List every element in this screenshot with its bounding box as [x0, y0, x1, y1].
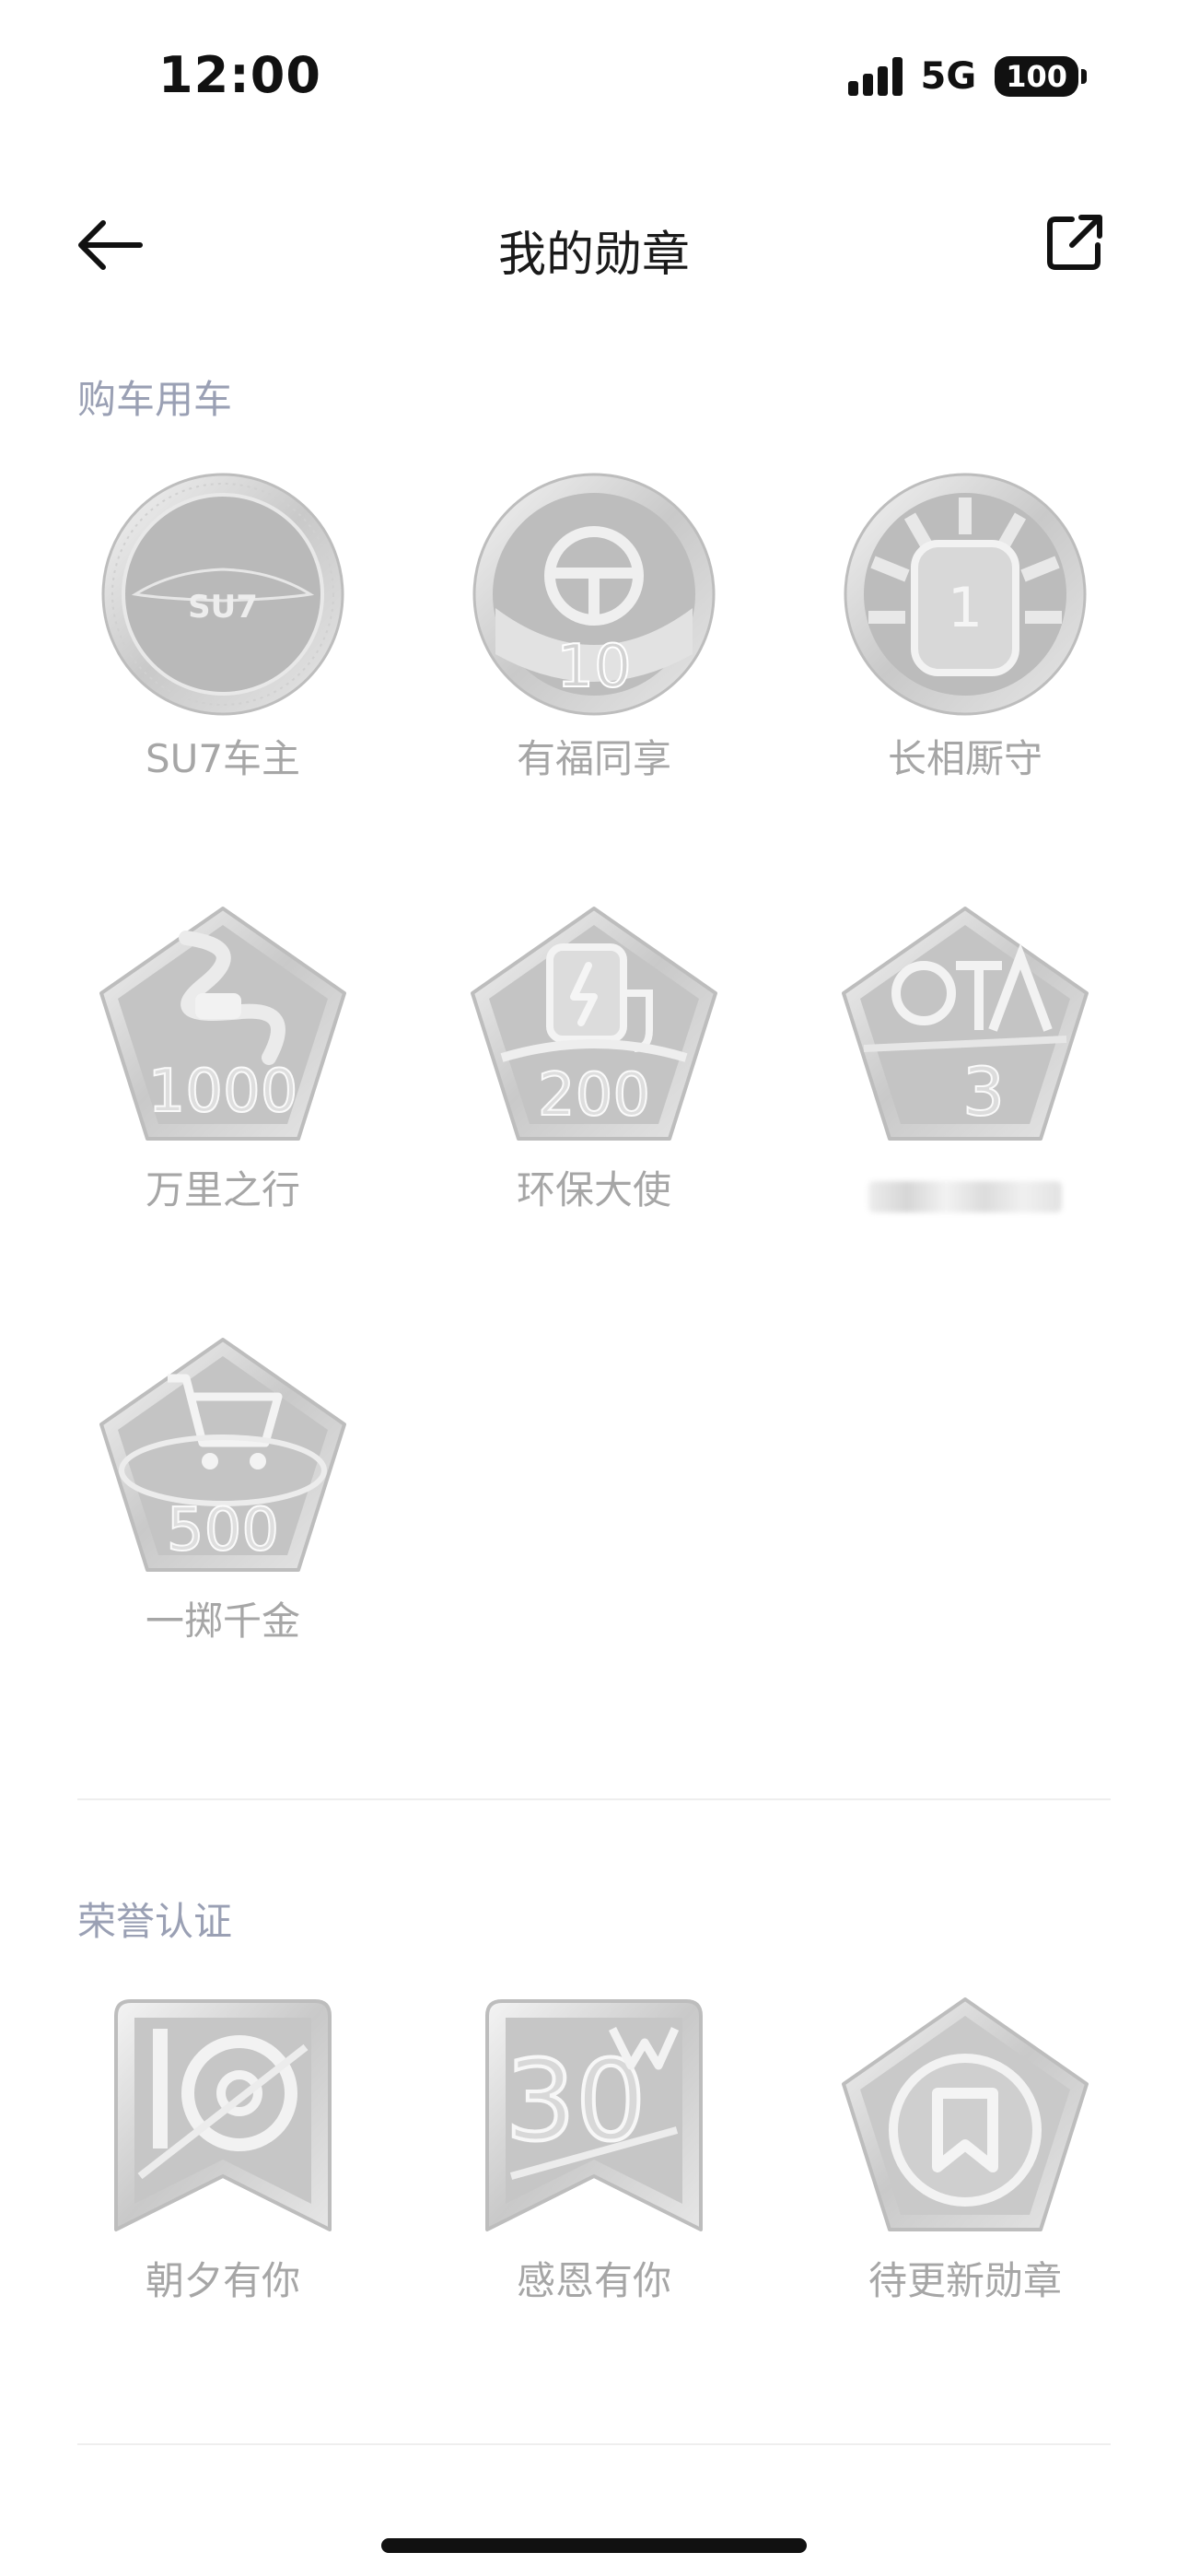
badge-emblem-text: SU7	[188, 589, 258, 626]
share-icon	[1047, 215, 1102, 270]
charging-badge-icon: 200	[471, 907, 717, 1141]
badge-day-and-night[interactable]: 10 朝夕有你	[85, 1992, 361, 2306]
status-time: 12:00	[158, 46, 321, 104]
badge-label: 感恩有你	[516, 2258, 671, 2303]
pentagon-bookmark-badge-icon	[842, 1997, 1089, 2231]
badge-emblem-text: 500	[167, 1496, 279, 1564]
badge-pending-update[interactable]: 待更新勋章	[827, 1992, 1103, 2306]
network-label: 5G	[920, 55, 977, 98]
badge-label: 万里之行	[145, 1167, 300, 1212]
badge-emblem-text: 1000	[148, 1058, 298, 1126]
badge-eco-ambassador[interactable]: 200 环保大使	[456, 901, 732, 1215]
ribbon-badge-icon: 10	[114, 1999, 332, 2231]
section-divider	[77, 2443, 1111, 2445]
badge-big-spender[interactable]: 500 一掷千金	[85, 1332, 361, 1646]
battery-level: 100	[995, 56, 1078, 97]
section-title-purchase: 购车用车	[77, 377, 233, 422]
badge-label-obscured	[868, 1181, 1062, 1212]
home-indicator[interactable]	[381, 2538, 807, 2553]
badge-label: 一掷千金	[145, 1598, 300, 1644]
battery-icon: 100	[995, 56, 1087, 97]
badge-label: 有福同享	[516, 736, 671, 781]
badge-su7-owner[interactable]: SU7 SU7车主	[85, 470, 361, 784]
coin-badge-icon: SU7	[101, 473, 344, 716]
badge-long-journey[interactable]: 1000 万里之行	[85, 901, 361, 1215]
badge-emblem-text: 1	[948, 576, 983, 640]
badge-label: 待更新勋章	[868, 2258, 1062, 2303]
badge-emblem-text: 10	[222, 2221, 224, 2223]
sunburst-badge-icon: 1	[844, 473, 1087, 716]
shopping-cart-badge-icon: 500	[99, 1338, 346, 1572]
nav-bar: 我的勋章	[0, 184, 1188, 304]
badge-emblem-text: 10	[556, 633, 631, 701]
share-button[interactable]	[1041, 210, 1107, 276]
badge-share-blessing[interactable]: 10 有福同享	[456, 470, 732, 784]
badge-emblem-text: 200	[538, 1061, 650, 1130]
badge-label: SU7车主	[145, 736, 301, 781]
badge-hidden-name[interactable]: 3	[827, 901, 1103, 1212]
badge-label: 朝夕有你	[145, 2258, 300, 2303]
steering-wheel-badge-icon: 10	[472, 473, 716, 716]
signal-icon	[847, 57, 903, 96]
page-title: 我的勋章	[497, 228, 690, 283]
pentagon-ota-badge-icon: 3	[842, 907, 1089, 1141]
status-bar: 12:00 5G 100	[0, 0, 1188, 157]
badge-emblem-text: 3	[962, 1053, 1005, 1130]
section-title-honor: 荣誉认证	[77, 1899, 233, 1944]
ribbon-badge-icon: 30	[485, 1999, 703, 2231]
badge-long-together[interactable]: 1 长相厮守	[827, 470, 1103, 784]
pentagon-road-badge-icon: 1000	[99, 907, 346, 1141]
section-divider	[77, 1798, 1111, 1800]
badge-gratitude[interactable]: 30 感恩有你	[456, 1992, 732, 2306]
badge-label: 环保大使	[516, 1167, 671, 1212]
status-indicators: 5G 100	[847, 55, 1087, 98]
badge-label: 长相厮守	[887, 736, 1042, 781]
